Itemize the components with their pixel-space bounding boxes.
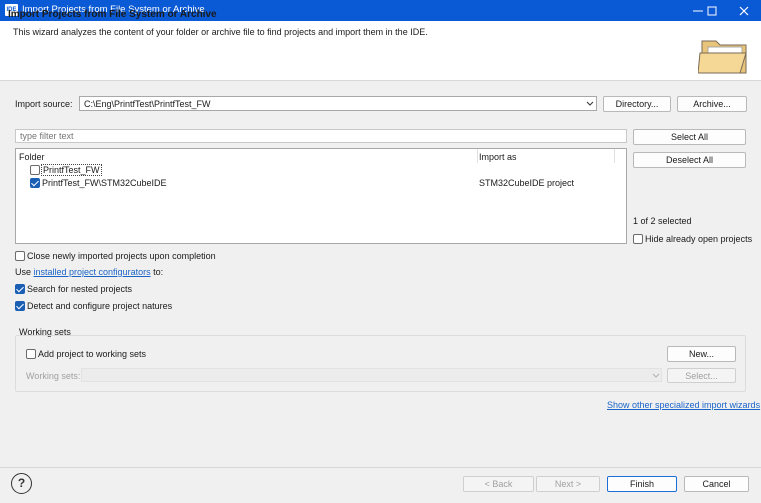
row-import-as: STM32CubeIDE project xyxy=(479,178,575,188)
row-folder: PrintfTest_FW xyxy=(41,164,102,176)
select-working-sets-button[interactable]: Select... xyxy=(667,368,736,383)
next-button[interactable]: Next > xyxy=(536,476,600,492)
specialized-wizards-link[interactable]: Show other specialized import wizards xyxy=(607,400,760,410)
wizard-header-title: Import Projects from File System or Arch… xyxy=(8,9,217,20)
archive-button[interactable]: Archive... xyxy=(677,96,747,112)
back-button[interactable]: < Back xyxy=(463,476,534,492)
search-nested-label[interactable]: Search for nested projects xyxy=(27,284,132,294)
working-sets-combo[interactable] xyxy=(81,368,662,382)
row-checkbox[interactable] xyxy=(30,178,40,188)
column-divider xyxy=(614,149,615,163)
selection-count: 1 of 2 selected xyxy=(633,216,692,226)
add-to-working-sets-checkbox[interactable] xyxy=(26,349,36,359)
row-checkbox[interactable] xyxy=(30,165,40,175)
hide-open-label[interactable]: Hide already open projects xyxy=(645,234,752,244)
working-sets-group xyxy=(15,335,746,392)
configurators-link[interactable]: installed project configurators xyxy=(34,267,151,277)
cancel-button[interactable]: Cancel xyxy=(684,476,749,492)
maximize-icon xyxy=(707,6,717,15)
close-icon xyxy=(739,6,749,15)
finish-button[interactable]: Finish xyxy=(607,476,677,492)
column-divider xyxy=(477,149,478,163)
import-source-label: Import source: xyxy=(15,99,73,109)
select-all-button[interactable]: Select All xyxy=(633,129,746,145)
chevron-down-icon[interactable] xyxy=(652,373,660,379)
use-prefix: Use xyxy=(15,267,34,277)
wizard-header-description: This wizard analyzes the content of your… xyxy=(13,27,428,37)
table-row[interactable]: PrintfTest_FW\STM32CubeIDE STM32CubeIDE … xyxy=(16,177,626,190)
column-header-import-as[interactable]: Import as xyxy=(479,152,517,162)
projects-table: Folder Import as PrintfTest_FW PrintfTes… xyxy=(15,148,627,244)
close-imported-label[interactable]: Close newly imported projects upon compl… xyxy=(27,251,216,261)
deselect-all-button[interactable]: Deselect All xyxy=(633,152,746,168)
filter-input[interactable] xyxy=(15,129,627,143)
table-row[interactable]: PrintfTest_FW xyxy=(16,163,626,176)
maximize-button[interactable] xyxy=(697,0,727,21)
help-icon[interactable]: ? xyxy=(11,473,32,494)
directory-button[interactable]: Directory... xyxy=(603,96,671,112)
import-source-value: C:\Eng\PrintfTest\PrintfTest_FW xyxy=(84,99,211,109)
row-folder: PrintfTest_FW\STM32CubeIDE xyxy=(42,178,167,188)
chevron-down-icon[interactable] xyxy=(586,101,594,107)
hide-open-checkbox[interactable] xyxy=(633,234,643,244)
new-working-set-button[interactable]: New... xyxy=(667,346,736,362)
add-to-working-sets-label[interactable]: Add project to working sets xyxy=(38,349,146,359)
close-imported-checkbox[interactable] xyxy=(15,251,25,261)
configurators-sentence: Use installed project configurators to: xyxy=(15,267,163,277)
search-nested-checkbox[interactable] xyxy=(15,284,25,294)
detect-natures-label[interactable]: Detect and configure project natures xyxy=(27,301,172,311)
working-sets-label: Working sets: xyxy=(26,371,81,381)
import-source-combo[interactable]: C:\Eng\PrintfTest\PrintfTest_FW xyxy=(79,96,597,111)
detect-natures-checkbox[interactable] xyxy=(15,301,25,311)
use-suffix: to: xyxy=(150,267,164,277)
column-header-folder[interactable]: Folder xyxy=(19,152,45,162)
open-folder-icon xyxy=(698,40,747,74)
close-button[interactable] xyxy=(729,0,759,21)
